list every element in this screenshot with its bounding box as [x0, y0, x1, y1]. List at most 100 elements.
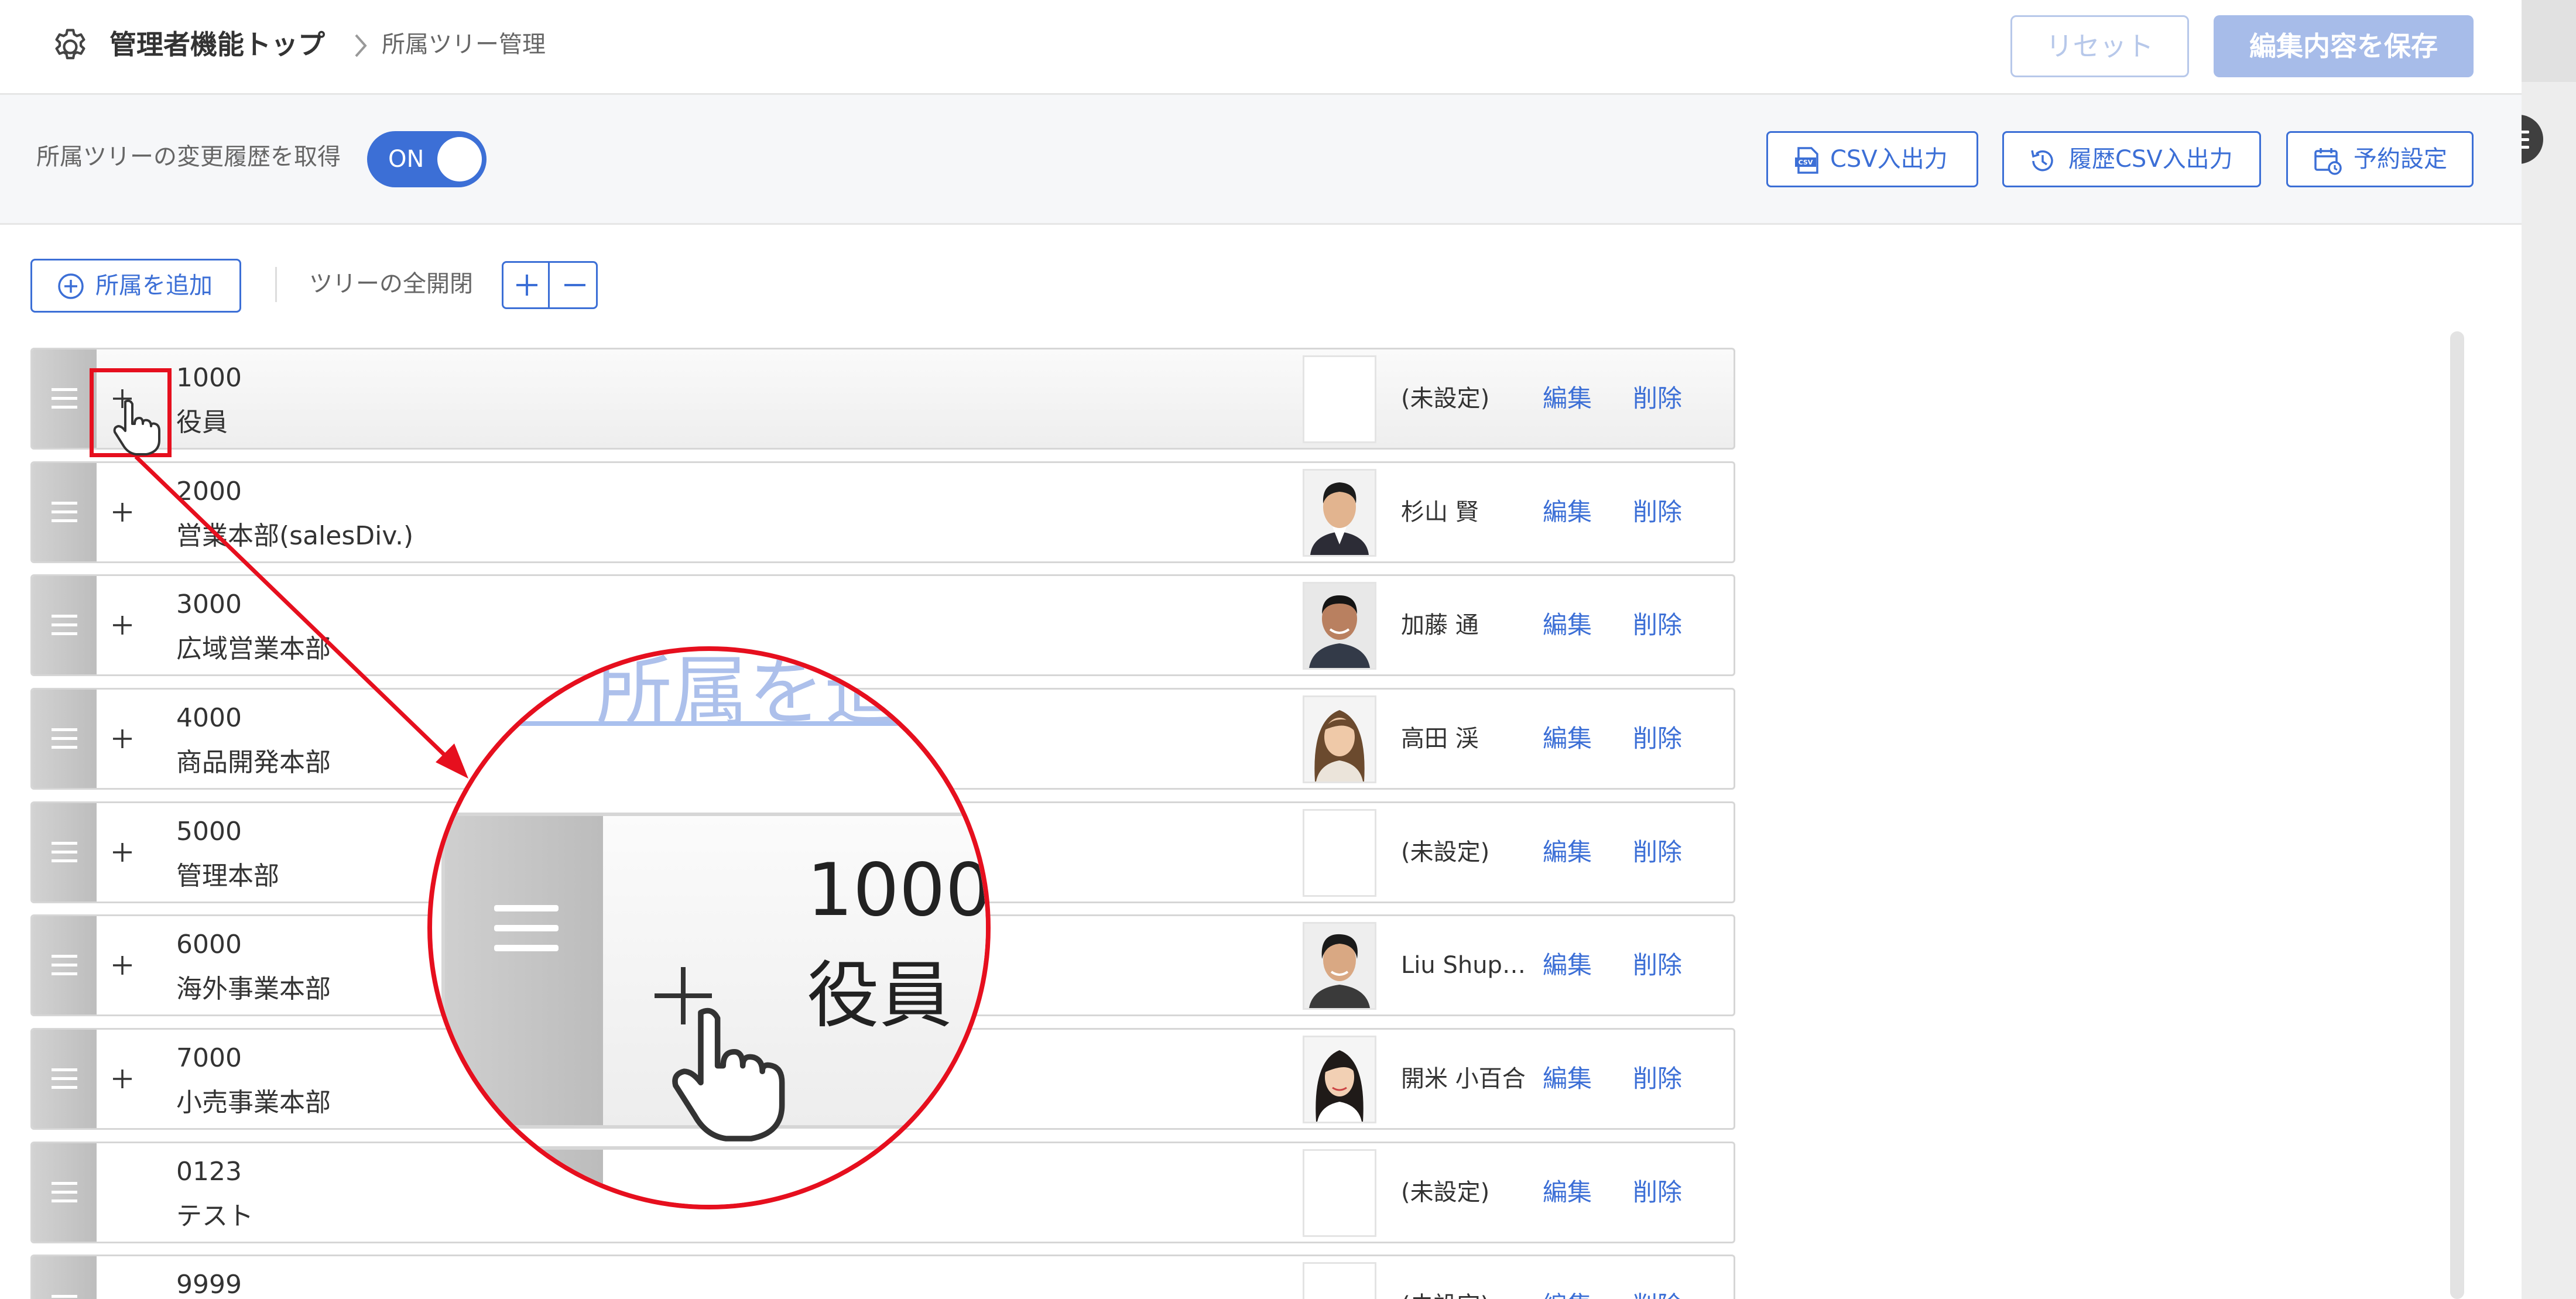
drag-handle-icon	[52, 842, 77, 862]
history-csv-button[interactable]: 履歴CSV入出力	[2002, 131, 2261, 187]
drag-handle[interactable]	[32, 349, 97, 448]
drag-handle[interactable]	[32, 1256, 97, 1299]
magnifier-faded-text: 所属を追	[596, 647, 901, 736]
drag-handle[interactable]	[32, 1143, 97, 1242]
drag-handle-icon	[52, 1295, 77, 1298]
manager-photo	[1303, 469, 1376, 557]
department-name: テスト	[176, 1201, 254, 1231]
expand-row-plus-icon[interactable]	[111, 954, 134, 977]
drag-handle[interactable]	[32, 463, 97, 561]
expand-row-plus-icon[interactable]	[111, 613, 134, 637]
tree-row: 2000 営業本部(salesDiv.) 杉山 賢 編集 削除	[30, 461, 1735, 563]
add-department-button[interactable]: 所属を追加	[30, 259, 241, 313]
delete-link[interactable]: 削除	[1633, 495, 1682, 530]
manager-name: 高田 渓	[1401, 725, 1479, 752]
drag-handle-icon	[52, 615, 77, 635]
schedule-button[interactable]: 予約設定	[2286, 131, 2474, 187]
drag-handle[interactable]	[32, 803, 97, 902]
expand-all-button[interactable]	[503, 263, 550, 307]
drag-handle[interactable]	[32, 916, 97, 1014]
department-code: 1000	[176, 363, 242, 393]
drag-handle-icon	[52, 955, 77, 975]
app-header: 管理者機能トップ 所属ツリー管理 リセット 編集内容を保存	[0, 0, 2522, 95]
history-icon	[2031, 150, 2053, 172]
add-department-label: 所属を追加	[95, 272, 213, 299]
manager-name: 開米 小百合	[1401, 1065, 1526, 1092]
expand-row-plus-icon[interactable]	[111, 501, 134, 524]
delete-link[interactable]: 削除	[1633, 948, 1682, 983]
delete-link[interactable]: 削除	[1633, 608, 1682, 643]
manager-name: Liu Shup…	[1401, 952, 1526, 979]
save-button[interactable]: 編集内容を保存	[2214, 15, 2474, 77]
manager-photo	[1303, 922, 1376, 1010]
edit-link[interactable]: 編集	[1543, 835, 1592, 870]
drag-handle[interactable]	[32, 690, 97, 788]
department-code: 3000	[176, 589, 242, 619]
magnifier-button-edge	[432, 721, 986, 726]
delete-link[interactable]: 削除	[1633, 1061, 1682, 1096]
breadcrumb-admin-top[interactable]: 管理者機能トップ	[109, 26, 325, 63]
magnifier-name: 役員	[807, 954, 953, 1038]
drag-handle-icon	[52, 1182, 77, 1202]
manager-name: (未設定)	[1401, 385, 1490, 412]
edit-link[interactable]: 編集	[1543, 1061, 1592, 1096]
magnifier-row: 1000 役員	[441, 813, 986, 1142]
history-toggle[interactable]: ON	[367, 131, 487, 187]
csv-io-button[interactable]: CSV CSV入出力	[1766, 131, 1978, 187]
svg-text:CSV: CSV	[1799, 159, 1813, 166]
drag-handle-icon	[52, 728, 77, 749]
delete-link[interactable]: 削除	[1633, 1175, 1682, 1210]
magnifier-pointer-hand-icon	[672, 1007, 785, 1142]
magnifier-next-row: 200	[441, 1146, 986, 1205]
expand-row-plus-icon[interactable]	[111, 841, 134, 864]
plus-icon	[516, 275, 537, 296]
department-name: 営業本部(salesDiv.)	[176, 521, 414, 551]
drag-handle[interactable]	[32, 576, 97, 674]
magnifier-callout: 所属を追 1000 役員 200	[427, 646, 991, 1209]
toggle-knob	[437, 137, 482, 181]
reset-button[interactable]: リセット	[2010, 15, 2189, 77]
drag-handle-icon	[494, 905, 559, 951]
expand-collapse-group	[502, 261, 598, 309]
delete-link[interactable]: 削除	[1633, 1288, 1682, 1299]
department-name: 小売事業本部	[176, 1088, 331, 1118]
drag-handle[interactable]	[32, 1030, 97, 1128]
manager-name: 杉山 賢	[1401, 499, 1479, 526]
schedule-label: 予約設定	[2354, 146, 2447, 173]
edit-link[interactable]: 編集	[1543, 948, 1592, 983]
edit-link[interactable]: 編集	[1543, 608, 1592, 643]
gear-icon[interactable]	[49, 26, 91, 68]
manager-name: 加藤 通	[1401, 612, 1479, 639]
department-code: 6000	[176, 930, 242, 959]
magnifier-next-handle	[445, 1150, 603, 1205]
tree-scrollbar[interactable]	[2450, 331, 2464, 1299]
edit-link[interactable]: 編集	[1543, 721, 1592, 756]
edit-link[interactable]: 編集	[1543, 1175, 1592, 1210]
collapse-all-button[interactable]	[551, 263, 596, 307]
delete-link[interactable]: 削除	[1633, 381, 1682, 416]
drag-handle-icon	[52, 1068, 77, 1089]
edit-link[interactable]: 編集	[1543, 381, 1592, 416]
drag-handle-icon	[52, 502, 77, 522]
department-code: 7000	[176, 1043, 242, 1073]
pointer-hand-icon	[113, 399, 160, 455]
divider	[275, 267, 277, 302]
department-name: 商品開発本部	[176, 748, 331, 777]
department-code: 9999	[176, 1270, 242, 1299]
minus-icon	[564, 284, 585, 286]
expand-row-plus-icon[interactable]	[111, 1067, 134, 1091]
edit-link[interactable]: 編集	[1543, 495, 1592, 530]
expand-row-plus-icon[interactable]	[111, 727, 134, 750]
department-name: 広域営業本部	[176, 634, 331, 664]
delete-link[interactable]: 削除	[1633, 721, 1682, 756]
manager-photo-empty	[1303, 809, 1376, 897]
expand-all-label: ツリーの全開閉	[309, 270, 473, 297]
edit-link[interactable]: 編集	[1543, 1288, 1592, 1299]
manager-name: (未設定)	[1401, 839, 1490, 866]
right-gutter-top	[2522, 0, 2576, 82]
delete-link[interactable]: 削除	[1633, 835, 1682, 870]
right-gutter	[2522, 0, 2576, 1299]
history-csv-label: 履歴CSV入出力	[2068, 146, 2233, 173]
csv-file-icon: CSV	[1795, 147, 1818, 174]
drag-handle-icon	[52, 388, 77, 409]
